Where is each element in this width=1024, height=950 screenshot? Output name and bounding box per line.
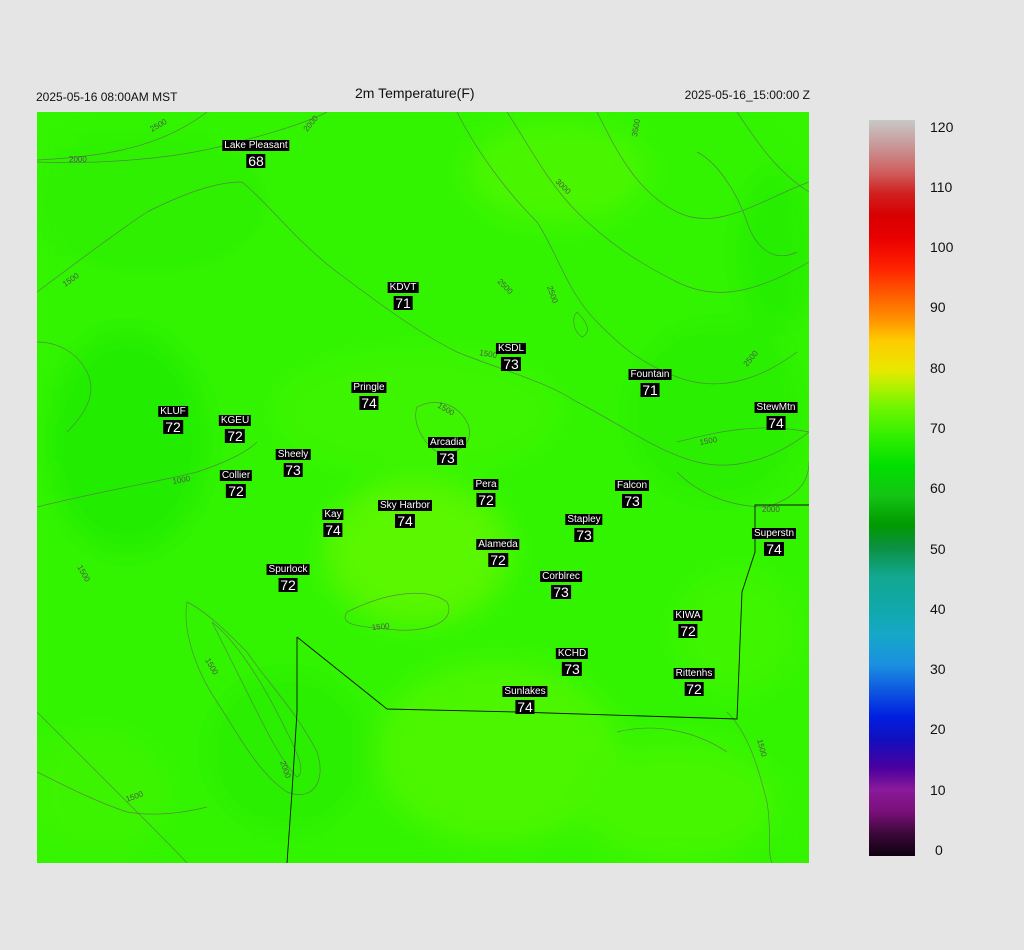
station-temperature: 72: [476, 492, 496, 508]
colorbar-tick-label: 20: [930, 721, 946, 737]
station-name: Lake Pleasant: [222, 140, 290, 151]
station-name: Arcadia: [428, 437, 466, 448]
map-title: 2m Temperature(F): [355, 85, 475, 101]
colorbar-tick-label: 120: [930, 119, 954, 135]
station-temperature: 74: [515, 699, 535, 715]
station-collier: Collier 72: [219, 470, 253, 499]
station-temperature: 72: [226, 483, 246, 499]
station-name: Collier: [219, 470, 253, 481]
station-name: Kay: [322, 509, 344, 520]
map-background: 2500 2000 2000 3000 3500 1500 2500 2500 …: [37, 112, 809, 863]
station-name: KSDL: [495, 343, 527, 354]
station-alameda: Alameda 72: [476, 539, 520, 568]
colorbar-tick-label: 0: [935, 842, 943, 858]
temperature-map: 2500 2000 2000 3000 3500 1500 2500 2500 …: [37, 112, 809, 863]
station-temperature: 72: [684, 681, 704, 697]
station-name: KGEU: [218, 415, 252, 426]
station-temperature: 68: [246, 153, 266, 169]
station-temperature: 73: [562, 661, 582, 677]
station-name: KCHD: [555, 648, 589, 659]
station-temperature: 73: [622, 493, 642, 509]
station-temperature: 73: [574, 527, 594, 543]
station-pringle: Pringle 74: [351, 382, 387, 411]
colorbar-tick-label: 30: [930, 661, 946, 677]
station-name: Corblrec: [540, 571, 582, 582]
station-name: Fountain: [628, 369, 672, 380]
station-falcon: Falcon 73: [614, 480, 650, 509]
station-kdvt: KDVT 71: [387, 282, 419, 311]
station-name: Falcon: [614, 480, 650, 491]
station-name: Superstn: [751, 528, 797, 539]
station-sheely: Sheely 73: [275, 449, 311, 478]
station-temperature: 72: [163, 419, 183, 435]
station-temperature: 73: [501, 356, 521, 372]
station-kluf: KLUF 72: [158, 406, 188, 434]
station-temperature: 74: [323, 522, 343, 538]
station-kay: Kay 74: [322, 509, 344, 538]
station-arcadia: Arcadia 73: [428, 437, 466, 465]
valid-time-local: 2025-05-16 08:00AM MST: [36, 90, 178, 104]
station-superstn: Superstn 74: [751, 528, 797, 557]
colorbar-tick-label: 70: [930, 420, 946, 436]
station-kiwa: KIWA 72: [673, 610, 703, 639]
colorbar-tick-label: 80: [930, 360, 946, 376]
colorbar-tick-label: 10: [930, 782, 946, 798]
station-name: KLUF: [158, 406, 188, 417]
station-temperature: 73: [437, 450, 457, 466]
colorbar-tick-label: 60: [930, 480, 946, 496]
station-kgeu: KGEU 72: [218, 415, 252, 444]
temperature-shading: [37, 112, 809, 863]
station-name: Stapley: [565, 514, 603, 525]
station-temperature: 74: [764, 541, 784, 557]
station-temperature: 72: [678, 623, 698, 639]
station-temperature: 71: [640, 382, 660, 398]
temperature-colorbar: [869, 120, 915, 856]
colorbar-tick-label: 50: [930, 541, 946, 557]
station-name: KIWA: [673, 610, 703, 621]
station-sunlakes: Sunlakes 74: [502, 686, 548, 715]
station-name: Alameda: [476, 539, 520, 550]
colorbar-tick-label: 110: [930, 179, 953, 195]
station-rittenhs: Rittenhs 72: [673, 668, 715, 697]
station-temperature: 71: [393, 295, 413, 311]
contour-label: 2000: [762, 505, 780, 514]
station-name: Sunlakes: [502, 686, 548, 697]
station-kchd: KCHD 73: [555, 648, 589, 677]
station-stewmtn: StewMtn 74: [754, 402, 798, 431]
station-temperature: 73: [283, 462, 303, 478]
station-lake-pleasant: Lake Pleasant 68: [222, 140, 290, 169]
valid-time-utc: 2025-05-16_15:00:00 Z: [684, 88, 810, 102]
station-fountain: Fountain 71: [628, 369, 672, 398]
station-name: Rittenhs: [673, 668, 715, 679]
colorbar-tick-label: 40: [930, 601, 946, 617]
station-temperature: 72: [488, 552, 508, 568]
station-sky-harbor: Sky Harbor 74: [377, 500, 433, 529]
station-name: Pringle: [351, 382, 387, 393]
station-name: StewMtn: [754, 402, 798, 413]
station-temperature: 74: [359, 395, 379, 411]
colorbar-tick-label: 100: [930, 239, 954, 255]
station-temperature: 72: [278, 577, 298, 593]
station-stapley: Stapley 73: [565, 514, 603, 543]
station-name: Sheely: [275, 449, 311, 460]
station-temperature: 73: [551, 584, 571, 600]
station-temperature: 72: [225, 428, 245, 444]
station-corblrec: Corblrec 73: [540, 571, 582, 599]
station-name: Sky Harbor: [377, 500, 433, 511]
station-name: KDVT: [387, 282, 419, 293]
station-name: Spurlock: [266, 564, 310, 575]
station-spurlock: Spurlock 72: [266, 564, 310, 593]
station-temperature: 74: [395, 513, 415, 529]
station-ksdl: KSDL 73: [495, 343, 527, 372]
contour-label: 1500: [371, 621, 390, 632]
station-name: Pera: [473, 479, 499, 490]
contour-label: 2000: [69, 155, 87, 164]
station-temperature: 74: [766, 415, 786, 431]
station-pera: Pera 72: [473, 479, 499, 508]
colorbar-tick-label: 90: [930, 299, 946, 315]
